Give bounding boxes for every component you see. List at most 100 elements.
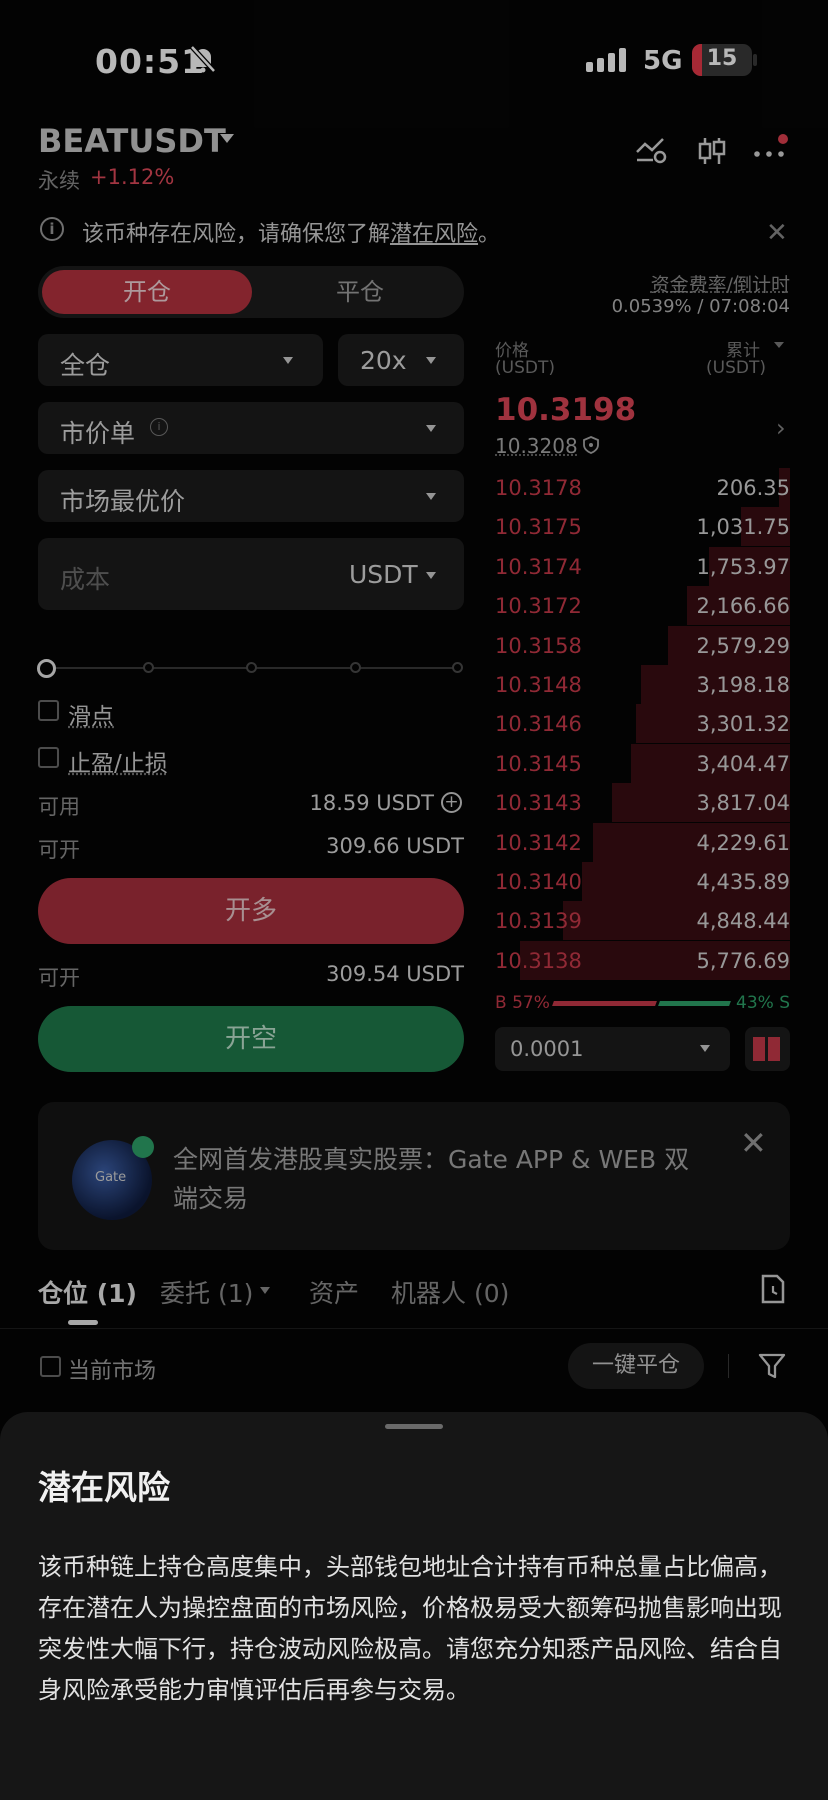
more-icon[interactable] (752, 134, 792, 164)
banner-text[interactable]: 全网首发港股真实股票：Gate APP & WEB 双端交易 (173, 1140, 713, 1218)
info-icon[interactable]: i (150, 418, 168, 436)
logo-text: Gate (95, 1170, 127, 1185)
slider-step-75[interactable] (350, 662, 361, 673)
tab-assets[interactable]: 资产 (309, 1274, 359, 1310)
chevron-down-icon (426, 425, 436, 432)
close-icon[interactable]: ✕ (766, 218, 788, 248)
ask-total: 4,848.44 (696, 909, 790, 934)
tab-orders[interactable]: 委托 (1) (160, 1274, 253, 1310)
risk-notice: 该币种存在风险，请确保您了解潜在风险。 (82, 222, 501, 247)
shield-icon (583, 436, 599, 454)
order-book-row[interactable]: 10.3148 3,198.18 (495, 665, 790, 704)
tab-positions[interactable]: 仓位 (1) (38, 1274, 137, 1310)
battery-icon: 15 (692, 44, 752, 76)
sheet-body: 该币种链上持仓高度集中，头部钱包地址合计持有币种总量占比偏高，存在潜在人为操控盘… (38, 1553, 782, 1704)
close-icon[interactable]: ✕ (740, 1124, 767, 1162)
ask-total: 2,166.66 (696, 594, 790, 619)
can-open-short-value: 309.54 USDT (326, 962, 464, 986)
ask-price: 10.3172 (495, 594, 582, 619)
total-dropdown-icon[interactable] (774, 342, 784, 348)
ask-price: 10.3175 (495, 515, 582, 540)
order-book-row[interactable]: 10.3158 2,579.29 (495, 625, 790, 665)
pair-title[interactable]: BEATUSDT (38, 122, 226, 160)
order-book-row[interactable]: 10.3142 4,229.61 (495, 822, 790, 862)
chevron-down-icon (283, 357, 293, 364)
status-time: 00:51 (95, 42, 206, 81)
sell-ratio-bar (658, 1001, 731, 1006)
ask-total: 1,753.97 (696, 554, 790, 579)
logo-badge (132, 1136, 154, 1158)
mark-price: 10.3208 (495, 434, 578, 458)
candlestick-icon[interactable] (697, 136, 727, 166)
order-type-value: 市价单 (60, 419, 136, 448)
sheet-drag-handle[interactable] (385, 1424, 443, 1429)
ask-price: 10.3143 (495, 791, 582, 816)
current-market-label[interactable]: 当前市场 (68, 1353, 156, 1385)
tab-open-position[interactable]: 开仓 (42, 270, 252, 314)
ask-price: 10.3178 (495, 476, 582, 500)
order-book-row[interactable]: 10.3172 2,166.66 (495, 586, 790, 626)
close-all-button[interactable]: 一键平仓 (568, 1343, 704, 1389)
ask-price: 10.3158 (495, 633, 582, 658)
book-view-icon-left (753, 1037, 765, 1061)
pair-dropdown-icon[interactable] (220, 134, 234, 143)
order-book-row[interactable]: 10.3139 4,848.44 (495, 901, 790, 941)
order-book-row[interactable]: 10.3178 206.35 (495, 468, 790, 507)
chevron-down-icon (426, 572, 436, 579)
ask-total: 3,198.18 (696, 673, 790, 697)
tab-underline (68, 1320, 98, 1325)
chevron-right-icon[interactable]: › (776, 414, 786, 442)
order-book-row[interactable]: 10.3174 1,753.97 (495, 546, 790, 586)
slippage-label[interactable]: 滑点 (68, 697, 114, 731)
open-long-button[interactable]: 开多 (38, 878, 464, 944)
history-document-icon[interactable] (760, 1274, 786, 1304)
order-book-row[interactable]: 10.3146 3,301.32 (495, 704, 790, 744)
ask-price: 10.3142 (495, 830, 582, 855)
ask-total: 4,229.61 (696, 830, 790, 855)
slider-step-25[interactable] (143, 662, 154, 673)
leverage-value: 20x (360, 346, 407, 375)
tab-bots[interactable]: 机器人 (0) (391, 1274, 509, 1310)
divider (728, 1354, 729, 1378)
ask-total: 4,435.89 (696, 870, 790, 894)
ask-price: 10.3146 (495, 712, 582, 737)
tab-close-position[interactable]: 平仓 (260, 270, 460, 314)
battery-tip (753, 54, 757, 66)
tpsl-label[interactable]: 止盈/止损 (68, 744, 168, 778)
order-book-row[interactable]: 10.3145 3,404.47 (495, 743, 790, 783)
can-open-short-label: 可开 (38, 966, 80, 990)
ask-total: 3,301.32 (696, 712, 790, 737)
chevron-down-icon[interactable] (260, 1287, 270, 1294)
risk-notice-link[interactable]: 潜在风险 (390, 222, 478, 247)
sell-ratio: 43% S (736, 993, 790, 1013)
slider-step-50[interactable] (246, 662, 257, 673)
ask-total: 3,817.04 (696, 791, 790, 816)
filter-icon[interactable] (758, 1352, 786, 1380)
tpsl-checkbox[interactable] (38, 747, 59, 768)
funding-rate-label[interactable]: 资金费率/倒计时 (560, 270, 790, 297)
slippage-checkbox[interactable] (38, 700, 59, 721)
chevron-down-icon (426, 357, 436, 364)
slider-step-100[interactable] (452, 662, 463, 673)
ask-price: 10.3148 (495, 673, 582, 697)
chevron-down-icon (700, 1045, 710, 1052)
available-label: 可用 (38, 795, 80, 819)
amount-slider-handle[interactable] (37, 659, 56, 678)
ask-total: 1,031.75 (696, 515, 790, 540)
divider (0, 1328, 828, 1329)
can-open-long-label: 可开 (38, 838, 80, 862)
chart-trend-icon[interactable] (635, 136, 667, 164)
signal-icon (586, 48, 630, 74)
open-short-button[interactable]: 开空 (38, 1006, 464, 1072)
bell-muted-icon (190, 45, 216, 73)
order-book-row[interactable]: 10.3143 3,817.04 (495, 783, 790, 823)
price-type-value: 市场最优价 (60, 487, 186, 516)
transfer-add-icon[interactable]: + (441, 792, 462, 813)
buy-ratio-bar (552, 1001, 657, 1006)
order-book-row[interactable]: 10.3140 4,435.89 (495, 862, 790, 901)
cost-unit-select[interactable]: USDT (349, 560, 418, 589)
current-market-checkbox[interactable] (40, 1356, 61, 1377)
total-unit: (USDT) (706, 358, 766, 378)
order-book-row[interactable]: 10.3175 1,031.75 (495, 507, 790, 547)
order-book-row[interactable]: 10.3138 5,776.69 (495, 940, 790, 980)
